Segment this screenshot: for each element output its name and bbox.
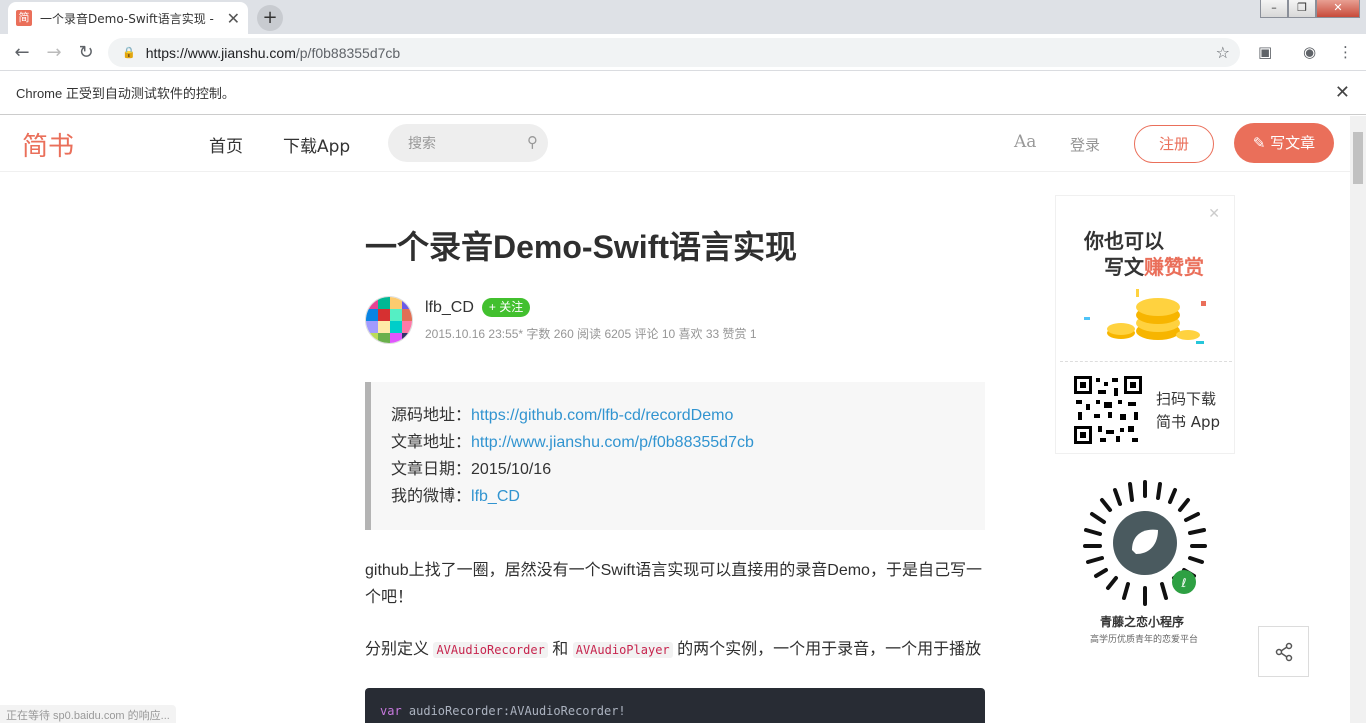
window-controls: – ❐ ✕ [1260, 0, 1360, 18]
automation-infobar: Chrome 正受到自动测试软件的控制。 ✕ [0, 71, 1366, 115]
url-host: https://www.jianshu.com [145, 44, 296, 61]
plus-icon: + [488, 300, 500, 314]
ad-close-icon[interactable]: ✕ [1208, 206, 1220, 222]
scrollbar-thumb[interactable] [1353, 132, 1363, 184]
forward-arrow-icon[interactable]: → [38, 42, 70, 63]
ad-line1: 你也可以 [1084, 229, 1164, 253]
lock-icon: 🔒 [122, 46, 136, 59]
new-tab-button[interactable]: + [257, 5, 283, 31]
font-size-toggle[interactable]: Aa [1014, 132, 1036, 152]
qr-line1: 扫码下载 [1156, 390, 1217, 408]
mini-program-code[interactable]: ℓ [1080, 478, 1210, 608]
address-bar[interactable]: 🔒 https://www.jianshu.com/p/f0b88355d7cb… [108, 38, 1240, 67]
search-icon[interactable]: ⚲ [527, 133, 538, 151]
ad-title: 你也可以 写文赚赞赏 [1084, 228, 1204, 280]
register-button[interactable]: 注册 [1134, 125, 1214, 163]
page-viewport: 简书 首页 下载App 搜索 ⚲ Aa 登录 注册 ✎ 写文章 一个录音Demo… [0, 116, 1350, 723]
page-scrollbar[interactable] [1350, 116, 1366, 723]
url-path: /p/f0b88355d7cb [295, 44, 401, 61]
extension-icon[interactable]: ▣ [1258, 43, 1272, 61]
share-button[interactable] [1258, 626, 1309, 677]
weibo-label: 我的微博： [391, 488, 472, 505]
article-meta: 2015.10.16 23:55* 字数 260 阅读 6205 评论 10 喜… [425, 327, 757, 341]
app-download-ad[interactable]: ✕ 你也可以 写文赚赞赏 扫码下载 简书 App [1055, 195, 1235, 454]
code-keyword: var [380, 704, 402, 718]
profile-icon[interactable]: ◉ [1303, 43, 1316, 61]
nav-download-app[interactable]: 下载App [283, 132, 350, 157]
author-avatar[interactable] [365, 296, 413, 344]
login-link[interactable]: 登录 [1070, 134, 1100, 155]
close-window-button[interactable]: ✕ [1316, 0, 1360, 18]
source-line: 源码地址：https://github.com/lfb-cd/recordDem… [391, 402, 985, 429]
app-qr-code [1074, 376, 1142, 444]
svg-text:ℓ: ℓ [1181, 576, 1187, 590]
write-label: 写文章 [1270, 134, 1316, 152]
pen-icon: ✎ [1252, 134, 1271, 152]
weibo-link[interactable]: lfb_CD [471, 488, 520, 505]
source-link[interactable]: https://github.com/lfb-cd/recordDemo [471, 407, 733, 424]
site-header: 简书 首页 下载App 搜索 ⚲ Aa 登录 注册 ✎ 写文章 [0, 116, 1350, 172]
mini-program-subtitle: 高学历优质青年的恋爱平台 [1090, 635, 1199, 645]
ad-divider [1060, 361, 1232, 362]
menu-kebab-icon[interactable]: ⋮ [1338, 43, 1353, 61]
para2-text-b: 和 [547, 641, 573, 658]
info-blockquote: 源码地址：https://github.com/lfb-cd/recordDem… [365, 382, 985, 530]
tab-title: 一个录音Demo-Swift语言实现 - [40, 11, 214, 26]
mini-program-title: 青藤之恋小程序 [1100, 615, 1185, 629]
tab-strip: 简 一个录音Demo-Swift语言实现 - ✕ + – ❐ ✕ [0, 0, 1366, 34]
search-placeholder: 搜索 [408, 136, 436, 152]
weibo-line: 我的微博：lfb_CD [391, 483, 985, 510]
paragraph-1: github上找了一圈，居然没有一个Swift语言实现可以直接用的录音Demo，… [365, 562, 982, 606]
follow-button[interactable]: + 关注 [481, 298, 531, 317]
close-tab-icon[interactable]: ✕ [227, 9, 240, 28]
share-icon [1275, 642, 1292, 662]
maximize-button[interactable]: ❐ [1288, 0, 1316, 18]
qr-line2: 简书 App [1156, 413, 1221, 431]
ad-line2b: 赚赞赏 [1144, 255, 1204, 279]
article-url-line: 文章地址：http://www.jianshu.com/p/f0b88355d7… [391, 429, 985, 456]
write-article-button[interactable]: ✎ 写文章 [1234, 123, 1334, 163]
author-name[interactable]: lfb_CD [425, 299, 474, 317]
search-input[interactable]: 搜索 ⚲ [388, 124, 548, 162]
ad-line2: 写文赚赞赏 [1084, 254, 1204, 280]
author-row: lfb_CD + 关注 [425, 298, 531, 317]
article-url-link[interactable]: http://www.jianshu.com/p/f0b88355d7cb [471, 434, 754, 451]
nav-home[interactable]: 首页 [209, 132, 243, 157]
inline-code-player: AVAudioPlayer [572, 642, 673, 658]
article-title: 一个录音Demo-Swift语言实现 [365, 229, 798, 265]
date-label: 文章日期： [391, 461, 472, 478]
jianshu-favicon-icon: 简 [16, 10, 32, 26]
para2-text-c: 的两个实例，一个用于录音，一个用于播放 [672, 641, 982, 658]
infobar-close-icon[interactable]: ✕ [1335, 82, 1350, 103]
bookmark-star-icon[interactable]: ☆ [1216, 43, 1230, 62]
inline-code-recorder: AVAudioRecorder [433, 642, 548, 658]
article-url-label: 文章地址： [391, 434, 472, 451]
date-value: 2015/10/16 [471, 461, 552, 478]
ad-line2a: 写文 [1104, 255, 1144, 279]
back-arrow-icon[interactable]: ← [6, 42, 38, 63]
url-text: https://www.jianshu.com/p/f0b88355d7cb [146, 45, 401, 61]
code-block: var audioRecorder:AVAudioRecorder! [365, 688, 985, 723]
reload-icon[interactable]: ↻ [70, 42, 102, 63]
qr-caption: 扫码下载 简书 App [1156, 388, 1220, 434]
minimize-button[interactable]: – [1260, 0, 1288, 18]
source-label: 源码地址： [391, 407, 472, 424]
infobar-text: Chrome 正受到自动测试软件的控制。 [16, 86, 235, 101]
para2-text-a: 分别定义 [365, 641, 434, 658]
date-line: 文章日期：2015/10/16 [391, 456, 985, 483]
follow-label: 关注 [499, 300, 524, 314]
status-bubble: 正在等待 sp0.baidu.com 的响应... [0, 705, 176, 723]
gold-coins-icon [1084, 289, 1206, 344]
active-tab[interactable]: 简 一个录音Demo-Swift语言实现 - ✕ [8, 2, 248, 34]
jianshu-logo[interactable]: 简书 [22, 126, 74, 163]
browser-toolbar: ← → ↻ 🔒 https://www.jianshu.com/p/f0b883… [0, 34, 1366, 71]
code-line: audioRecorder:AVAudioRecorder! [401, 704, 626, 718]
paragraph-2: 分别定义 AVAudioRecorder 和 AVAudioPlayer 的两个… [365, 636, 985, 664]
